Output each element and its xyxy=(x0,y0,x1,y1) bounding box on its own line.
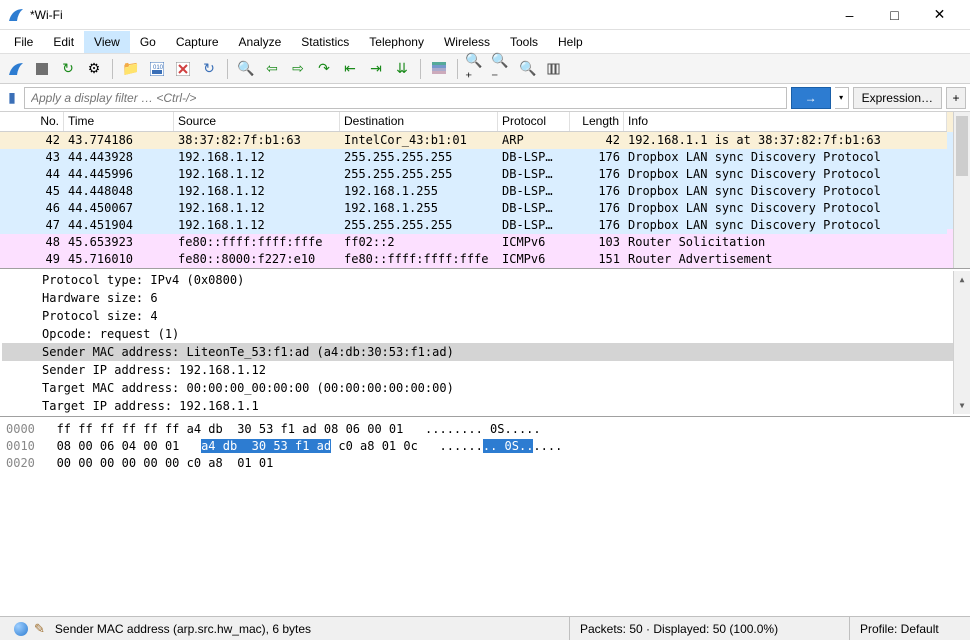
details-scrollbar[interactable]: ▲▼ xyxy=(953,271,970,414)
status-bar: ✎ Sender MAC address (arp.src.hw_mac), 6… xyxy=(0,616,970,640)
go-back-button[interactable]: ⇦ xyxy=(260,57,284,81)
window-title: *Wi-Fi xyxy=(30,8,827,22)
col-header-length[interactable]: Length xyxy=(570,112,624,131)
menu-analyze[interactable]: Analyze xyxy=(229,31,292,53)
zoom-reset-button[interactable]: 🔍 xyxy=(516,57,540,81)
packet-bytes-pane[interactable]: 0000 ff ff ff ff ff ff a4 db 30 53 f1 ad… xyxy=(0,416,970,616)
stop-capture-button[interactable] xyxy=(30,57,54,81)
col-header-destination[interactable]: Destination xyxy=(340,112,498,131)
packet-list-pane[interactable]: No. Time Source Destination Protocol Len… xyxy=(0,112,970,268)
hex-row[interactable]: 0010 08 00 06 04 00 01 a4 db 30 53 f1 ad… xyxy=(6,438,964,455)
autoscroll-button[interactable]: ⇊ xyxy=(390,57,414,81)
display-filter-bar: ▮ → ▾ Expression… + xyxy=(0,84,970,112)
save-file-button[interactable]: 010 xyxy=(145,57,169,81)
col-header-info[interactable]: Info xyxy=(624,112,947,131)
menu-capture[interactable]: Capture xyxy=(166,31,229,53)
goto-packet-button[interactable]: ↷ xyxy=(312,57,336,81)
wireshark-fin-icon xyxy=(8,7,24,23)
first-packet-button[interactable]: ⇤ xyxy=(338,57,362,81)
packet-row[interactable]: 4845.653923fe80::ffff:ffff:fffeff02::2IC… xyxy=(0,234,947,251)
packet-row[interactable]: 4544.448048192.168.1.12192.168.1.255DB-L… xyxy=(0,183,947,200)
packet-row[interactable]: 4344.443928192.168.1.12255.255.255.255DB… xyxy=(0,149,947,166)
svg-text:010: 010 xyxy=(153,65,164,71)
main-toolbar: ↻ ⚙ 📁 010 ↻ 🔍 ⇦ ⇨ ↷ ⇤ ⇥ ⇊ 🔍⁺ 🔍⁻ 🔍 xyxy=(0,54,970,84)
resize-columns-button[interactable] xyxy=(542,57,566,81)
col-header-source[interactable]: Source xyxy=(174,112,340,131)
edit-capture-comment-icon[interactable]: ✎ xyxy=(34,621,45,637)
packet-details-pane[interactable]: Protocol type: IPv4 (0x0800)Hardware siz… xyxy=(0,268,970,416)
restart-capture-button[interactable]: ↻ xyxy=(56,57,80,81)
find-packet-button[interactable]: 🔍 xyxy=(234,57,258,81)
details-row[interactable]: Hardware size: 6 xyxy=(2,289,953,307)
status-field-label: Sender MAC address (arp.src.hw_mac), 6 b… xyxy=(55,622,311,636)
col-header-protocol[interactable]: Protocol xyxy=(498,112,570,131)
filter-bookmark-icon[interactable]: ▮ xyxy=(4,88,20,108)
hex-row[interactable]: 0000 ff ff ff ff ff ff a4 db 30 53 f1 ad… xyxy=(6,421,964,438)
packet-row[interactable]: 4444.445996192.168.1.12255.255.255.255DB… xyxy=(0,166,947,183)
maximize-button[interactable]: □ xyxy=(872,1,917,29)
menu-file[interactable]: File xyxy=(4,31,43,53)
menu-wireless[interactable]: Wireless xyxy=(434,31,500,53)
menu-tools[interactable]: Tools xyxy=(500,31,548,53)
details-row[interactable]: Protocol type: IPv4 (0x0800) xyxy=(2,271,953,289)
menu-edit[interactable]: Edit xyxy=(43,31,84,53)
status-packets-label: Packets: 50 · Displayed: 50 (100.0%) xyxy=(580,622,778,636)
packet-row[interactable]: 4243.77418638:37:82:7f:b1:63IntelCor_43:… xyxy=(0,132,947,149)
zoom-out-button[interactable]: 🔍⁻ xyxy=(490,57,514,81)
close-file-button[interactable] xyxy=(171,57,195,81)
last-packet-button[interactable]: ⇥ xyxy=(364,57,388,81)
packet-row[interactable]: 4744.451904192.168.1.12255.255.255.255DB… xyxy=(0,217,947,234)
minimize-button[interactable]: – xyxy=(827,1,872,29)
packet-list-header[interactable]: No. Time Source Destination Protocol Len… xyxy=(0,112,947,132)
open-file-button[interactable]: 📁 xyxy=(119,57,143,81)
zoom-in-button[interactable]: 🔍⁺ xyxy=(464,57,488,81)
col-header-no[interactable]: No. xyxy=(0,112,64,131)
col-header-time[interactable]: Time xyxy=(64,112,174,131)
menu-view[interactable]: View xyxy=(84,31,130,53)
close-button[interactable]: ✕ xyxy=(917,1,962,29)
details-row[interactable]: Target MAC address: 00:00:00_00:00:00 (0… xyxy=(2,379,953,397)
hex-row[interactable]: 0020 00 00 00 00 00 00 c0 a8 01 01 xyxy=(6,455,964,472)
packet-row[interactable]: 4945.716010fe80::8000:f227:e10fe80::ffff… xyxy=(0,251,947,268)
title-bar: *Wi-Fi – □ ✕ xyxy=(0,0,970,30)
status-profile-label[interactable]: Profile: Default xyxy=(860,622,939,636)
apply-filter-button[interactable]: → xyxy=(791,87,831,109)
add-filter-button[interactable]: + xyxy=(946,87,966,109)
menu-go[interactable]: Go xyxy=(130,31,166,53)
menu-help[interactable]: Help xyxy=(548,31,593,53)
go-forward-button[interactable]: ⇨ xyxy=(286,57,310,81)
details-row[interactable]: Opcode: request (1) xyxy=(2,325,953,343)
details-row[interactable]: Sender IP address: 192.168.1.12 xyxy=(2,361,953,379)
details-row[interactable]: Protocol size: 4 xyxy=(2,307,953,325)
capture-options-button[interactable]: ⚙ xyxy=(82,57,106,81)
expression-button[interactable]: Expression… xyxy=(853,87,942,109)
menu-bar: File Edit View Go Capture Analyze Statis… xyxy=(0,30,970,54)
expert-info-icon[interactable] xyxy=(14,622,28,636)
menu-telephony[interactable]: Telephony xyxy=(359,31,434,53)
start-capture-button[interactable] xyxy=(4,57,28,81)
packet-list-scrollbar[interactable] xyxy=(953,112,970,268)
colorize-button[interactable] xyxy=(427,57,451,81)
reload-file-button[interactable]: ↻ xyxy=(197,57,221,81)
details-row[interactable]: Sender MAC address: LiteonTe_53:f1:ad (a… xyxy=(2,343,953,361)
details-row[interactable]: Target IP address: 192.168.1.1 xyxy=(2,397,953,414)
filter-history-dropdown[interactable]: ▾ xyxy=(835,87,849,109)
display-filter-input[interactable] xyxy=(24,87,787,109)
menu-statistics[interactable]: Statistics xyxy=(291,31,359,53)
packet-row[interactable]: 4644.450067192.168.1.12192.168.1.255DB-L… xyxy=(0,200,947,217)
